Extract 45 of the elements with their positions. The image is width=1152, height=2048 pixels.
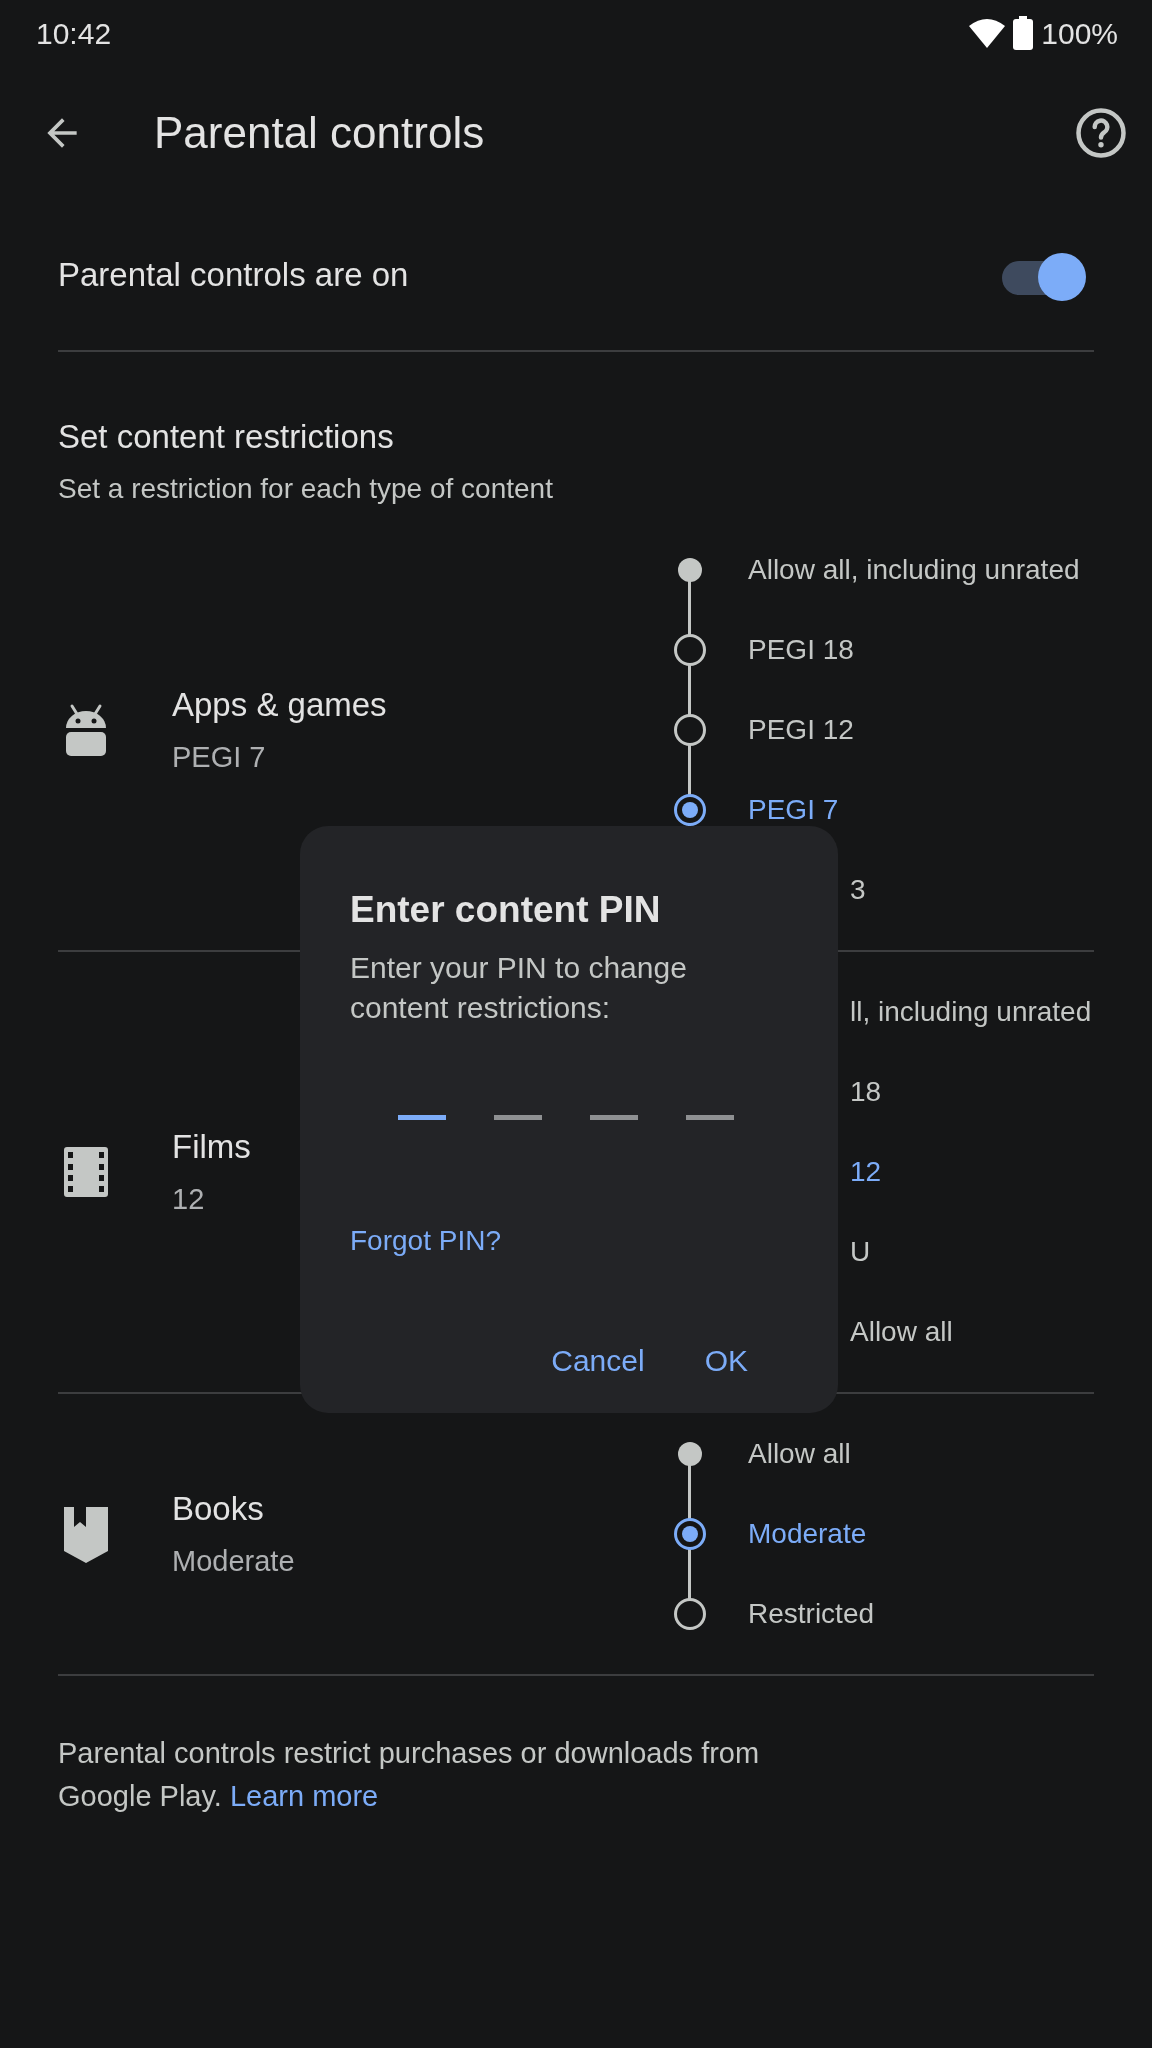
radio-button[interactable] — [674, 713, 706, 746]
status-time: 10:42 — [36, 15, 112, 52]
category-value: 12 — [172, 1181, 206, 1217]
option-label[interactable]: PEGI 18 — [748, 628, 854, 671]
radio-dot[interactable] — [678, 1441, 702, 1466]
radio-button[interactable] — [674, 633, 706, 666]
option-label[interactable]: U — [850, 1230, 871, 1273]
wifi-icon — [969, 18, 1006, 48]
radio-button[interactable] — [674, 1597, 706, 1630]
option-label[interactable]: PEGI 12 — [748, 708, 854, 751]
battery-percent: 100% — [1041, 15, 1118, 52]
dialog-message: Enter your PIN to change content restrictions: — [350, 949, 688, 1026]
category-title: Films — [172, 1127, 251, 1167]
radio-button[interactable] — [674, 1517, 706, 1550]
battery-icon — [1013, 16, 1034, 50]
forgot-pin-link[interactable]: Forgot PIN? — [350, 1219, 501, 1262]
radio-button[interactable] — [674, 793, 706, 826]
page-title: Parental controls — [154, 107, 485, 159]
toggle-label: Parental controls are on — [58, 255, 409, 296]
pin-slot[interactable] — [494, 1114, 542, 1120]
category-title: Apps & games — [172, 685, 387, 725]
category-title: Books — [172, 1489, 265, 1529]
learn-more-link[interactable]: Learn more — [229, 1780, 379, 1812]
category-value: Moderate — [172, 1543, 295, 1579]
option-label[interactable]: Allow all — [748, 1432, 851, 1475]
section-subtitle: Set a restriction for each type of content — [58, 471, 554, 506]
help-button[interactable] — [1074, 106, 1128, 160]
option-label[interactable]: 12 — [850, 1150, 882, 1193]
option-label[interactable]: Allow all, including unrated — [748, 548, 1080, 591]
pin-slot[interactable] — [686, 1114, 734, 1120]
option-label[interactable]: Restricted — [748, 1592, 875, 1635]
footer-paragraph: Parental controls restrict purchases or downloads from Google Play. Learn more — [58, 1735, 761, 1814]
option-label[interactable]: ll, including unrated — [850, 990, 1092, 1033]
option-label[interactable]: Moderate — [748, 1512, 867, 1555]
pin-slot[interactable] — [398, 1114, 446, 1120]
section-title: Set content restrictions — [58, 417, 395, 457]
option-label[interactable]: Allow all — [850, 1310, 953, 1353]
option-label[interactable]: 18 — [850, 1070, 882, 1113]
pin-slot[interactable] — [590, 1114, 638, 1120]
category-value: PEGI 7 — [172, 739, 267, 775]
dialog-title: Enter content PIN — [350, 888, 662, 932]
option-label[interactable]: 3 — [850, 868, 866, 911]
ok-button[interactable]: OK — [694, 1331, 758, 1389]
radio-dot[interactable] — [678, 557, 702, 582]
cancel-button[interactable]: Cancel — [541, 1331, 655, 1389]
